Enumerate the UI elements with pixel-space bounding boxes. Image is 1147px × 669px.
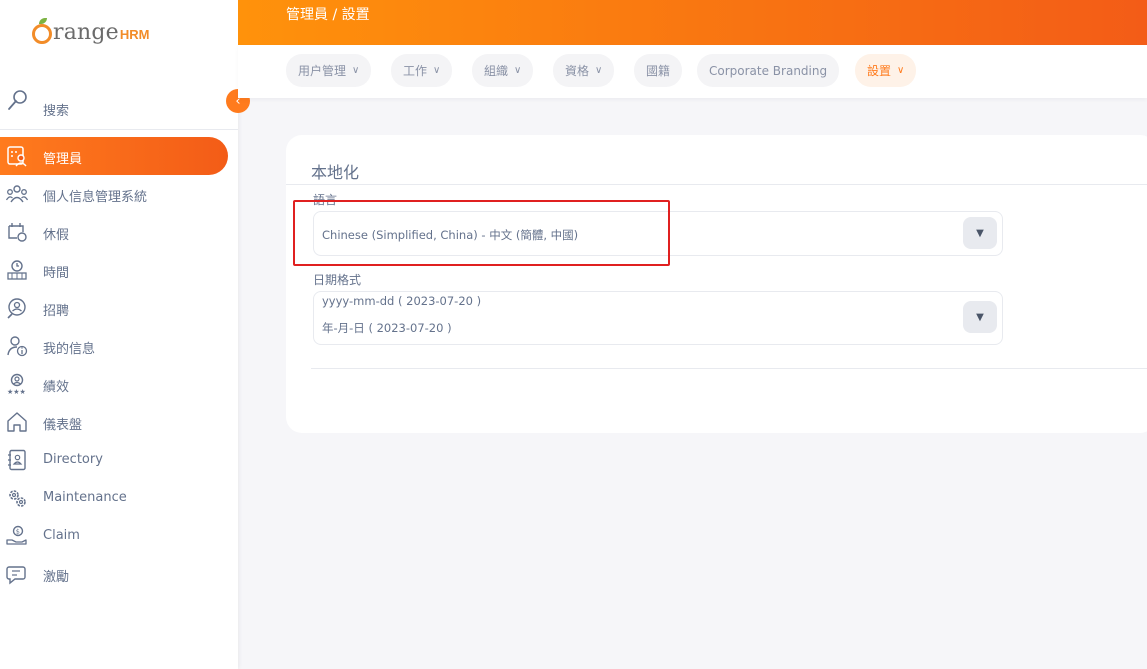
sub-navigation: 用户管理 ∨ 工作 ∨ 組織 ∨ 資格 ∨ 國籍 Corporate Branding … bbox=[238, 45, 1147, 98]
page-title: 本地化 bbox=[311, 163, 360, 182]
search-label: 搜索 bbox=[43, 104, 70, 119]
buzz-icon bbox=[6, 566, 26, 585]
date-format-select[interactable]: yyyy-mm-dd ( 2023-07-20 ) 年-月-日 ( 2023-0… bbox=[313, 291, 1003, 345]
menu-label: 管理員 bbox=[43, 152, 83, 167]
breadcrumb: 管理員 / 設置 bbox=[286, 7, 370, 23]
top-bar: 管理員 / 設置 bbox=[238, 0, 1147, 45]
chevron-down-icon: ∨ bbox=[897, 65, 905, 76]
tab-label: 資格 bbox=[565, 64, 590, 78]
menu-label: Directory bbox=[43, 452, 103, 467]
menu-label: 績效 bbox=[43, 380, 70, 395]
chevron-down-icon: ∨ bbox=[352, 65, 360, 76]
recruit-icon bbox=[7, 298, 26, 319]
performance-icon: ★★★ bbox=[7, 373, 26, 395]
tab-user-management[interactable]: 用户管理 ∨ bbox=[286, 54, 372, 87]
tab-organization[interactable]: 組織 ∨ bbox=[472, 54, 534, 87]
orangehrm-logo[interactable]: range HRM bbox=[32, 12, 150, 44]
admin-icon bbox=[7, 146, 27, 167]
leave-icon bbox=[8, 223, 27, 242]
menu-item-recruitment[interactable]: 招聘 bbox=[0, 289, 238, 327]
menu-item-pim[interactable]: 個人信息管理系統 bbox=[0, 175, 238, 213]
svg-text:★★★: ★★★ bbox=[7, 388, 26, 395]
menu-label: Maintenance bbox=[43, 490, 127, 505]
menu-label: 招聘 bbox=[43, 304, 70, 319]
maintenance-icon bbox=[9, 490, 26, 507]
date-format-label: 日期格式 bbox=[313, 273, 362, 287]
dropdown-arrow-icon[interactable]: ▼ bbox=[963, 217, 997, 249]
tab-label: Corporate Branding bbox=[709, 63, 828, 78]
search-icon bbox=[8, 90, 27, 110]
tab-job[interactable]: 工作 ∨ bbox=[391, 54, 453, 87]
menu-item-claim[interactable]: $ Claim bbox=[0, 517, 238, 555]
menu-item-dashboard[interactable]: 儀表盤 bbox=[0, 403, 238, 441]
orange-logo-icon bbox=[32, 18, 52, 44]
menu-label: 激勵 bbox=[43, 570, 70, 585]
tab-label: 工作 bbox=[403, 64, 428, 78]
sidebar-search[interactable]: 搜索 bbox=[0, 86, 238, 130]
menu-item-time[interactable]: 時間 bbox=[0, 251, 238, 289]
menu-label: Claim bbox=[43, 528, 80, 543]
svg-text:$: $ bbox=[16, 528, 20, 536]
menu-item-admin[interactable]: 管理員 bbox=[0, 137, 228, 175]
tab-label: 設置 bbox=[867, 64, 892, 78]
date-format-value: 年-月-日 ( 2023-07-20 ) bbox=[322, 321, 452, 335]
my-info-icon bbox=[7, 336, 28, 357]
chevron-down-icon: ∨ bbox=[514, 65, 522, 76]
claim-icon: $ bbox=[6, 525, 27, 545]
menu-label: 時間 bbox=[43, 266, 70, 281]
menu-item-leave[interactable]: 休假 bbox=[0, 213, 238, 251]
menu-label: 個人信息管理系統 bbox=[43, 190, 148, 205]
title-divider bbox=[286, 184, 1147, 185]
tab-label: 國籍 bbox=[646, 64, 671, 78]
dropdown-arrow-icon[interactable]: ▼ bbox=[963, 301, 997, 333]
logo-suffix: HRM bbox=[119, 27, 150, 42]
menu-label: 我的信息 bbox=[43, 342, 96, 357]
menu-item-maintenance[interactable]: Maintenance bbox=[0, 479, 238, 517]
form-divider bbox=[311, 368, 1147, 369]
tab-label: 用户管理 bbox=[298, 64, 347, 78]
highlight-box bbox=[293, 200, 670, 266]
tab-corporate-branding[interactable]: Corporate Branding bbox=[697, 54, 840, 87]
tab-qualifications[interactable]: 資格 ∨ bbox=[553, 54, 615, 87]
people-icon bbox=[6, 185, 28, 203]
tab-label: 組織 bbox=[484, 64, 509, 78]
menu-item-performance[interactable]: ★★★ 績效 bbox=[0, 365, 238, 403]
chevron-down-icon: ∨ bbox=[595, 65, 603, 76]
menu-label: 休假 bbox=[43, 228, 70, 243]
menu-item-buzz[interactable]: 激勵 bbox=[0, 555, 238, 593]
sidebar: range HRM 搜索 管理員 個人信息管理系統 休假 時間 招聘 我的信息 … bbox=[0, 0, 238, 669]
dashboard-icon bbox=[7, 412, 27, 432]
time-icon bbox=[7, 260, 27, 280]
chevron-down-icon: ∨ bbox=[433, 65, 441, 76]
date-format-hint: yyyy-mm-dd ( 2023-07-20 ) bbox=[322, 294, 482, 308]
tab-configuration[interactable]: 設置 ∨ bbox=[855, 54, 917, 87]
main-menu: 管理員 個人信息管理系統 休假 時間 招聘 我的信息 ★★★ 績效 儀表盤 Di… bbox=[0, 137, 238, 593]
menu-item-directory[interactable]: Directory bbox=[0, 441, 238, 479]
directory-icon bbox=[8, 449, 26, 471]
menu-item-my-info[interactable]: 我的信息 bbox=[0, 327, 238, 365]
logo-text: range bbox=[53, 20, 119, 45]
menu-label: 儀表盤 bbox=[43, 418, 83, 433]
tab-nationalities[interactable]: 國籍 bbox=[634, 54, 683, 87]
localization-card: 本地化 語言 Chinese (Simplified, China) - 中文 … bbox=[286, 135, 1147, 433]
